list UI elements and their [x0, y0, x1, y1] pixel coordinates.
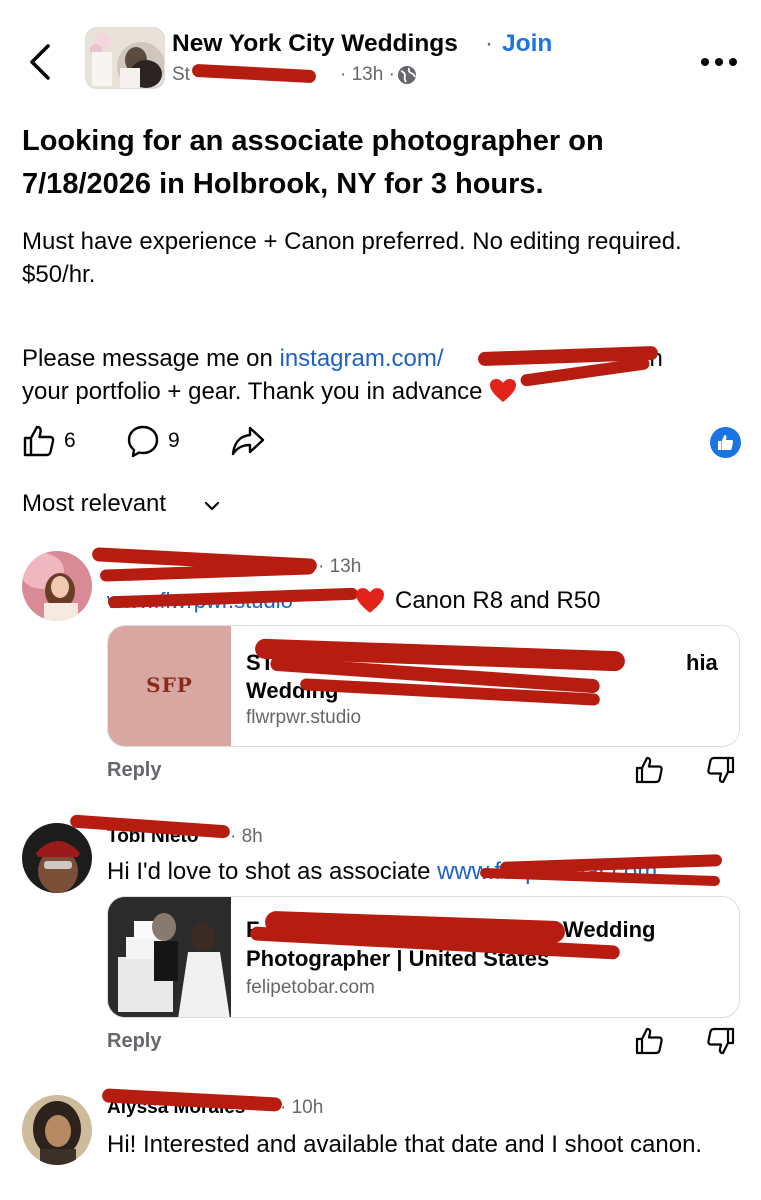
avatar-photo	[22, 551, 92, 621]
reply-button[interactable]: Reply	[107, 759, 161, 782]
heart-emoji-icon	[356, 588, 384, 613]
post-time: · 13h ·	[340, 64, 395, 85]
like-reaction-icon	[718, 435, 734, 450]
contact-text-line2: your portfolio + gear. Thank you in adva…	[22, 378, 483, 405]
comment-count: 9	[168, 429, 180, 452]
reaction-like-badge[interactable]	[710, 427, 741, 458]
post-actions: 6 9	[0, 420, 761, 466]
heart-emoji-icon	[490, 379, 517, 402]
comment-bubble-icon	[127, 425, 159, 458]
like-button[interactable]: 6	[22, 424, 76, 458]
reply-button[interactable]: Reply	[107, 1030, 161, 1053]
group-name[interactable]: New York City Weddings	[172, 30, 458, 58]
commenter-avatar[interactable]	[22, 1095, 92, 1165]
chevron-down-icon[interactable]	[202, 496, 222, 516]
link-preview-thumbnail: SFP	[108, 626, 231, 746]
redaction-mark	[191, 63, 317, 84]
comment-time: · 13h	[318, 556, 362, 577]
instagram-link[interactable]: instagram.com/	[279, 345, 443, 372]
redaction-mark	[99, 562, 316, 582]
commenter-avatar[interactable]	[22, 551, 92, 621]
thumbs-up-icon[interactable]	[634, 755, 664, 785]
link-preview-title-tail: Wedding	[563, 917, 656, 942]
like-count: 6	[64, 429, 76, 452]
wedding-photo	[108, 897, 231, 1017]
comment-sort-dropdown[interactable]: Most relevant	[22, 490, 166, 518]
comment-button[interactable]: 9	[126, 424, 180, 458]
share-arrow-icon	[231, 426, 265, 456]
comment-text-body: Hi I'd love to shot as associate	[107, 858, 438, 885]
share-button[interactable]	[230, 424, 266, 458]
logo-text: SFP	[146, 673, 193, 697]
comment-time: · 8h	[230, 826, 263, 847]
link-preview-domain: flwrpwr.studio	[246, 707, 362, 728]
comment-text-body: Canon R8 and R50	[395, 587, 601, 614]
post-header: New York City Weddings · Join St · 13h ·	[0, 0, 761, 110]
commenter-avatar[interactable]	[22, 823, 92, 893]
thumbs-down-icon[interactable]	[706, 1026, 736, 1056]
post-body: Must have experience + Canon preferred. …	[22, 228, 682, 288]
back-arrow-icon[interactable]	[26, 40, 56, 84]
join-button[interactable]: Join	[502, 30, 552, 58]
globe-icon	[398, 66, 416, 84]
contact-text-prefix: Please message me on	[22, 345, 280, 372]
group-avatar[interactable]	[85, 27, 165, 89]
title-separator: ·	[485, 30, 493, 57]
thumbs-up-icon[interactable]	[634, 1026, 664, 1056]
avatar-photo	[22, 1095, 92, 1165]
comment-time: · 10h	[280, 1097, 324, 1118]
link-preview-domain: felipetobar.com	[246, 977, 375, 998]
group-photo	[86, 28, 164, 88]
link-preview-thumbnail	[108, 897, 231, 1017]
post-author[interactable]: St	[172, 64, 190, 86]
comment-text: Hi! Interested and available that date a…	[107, 1131, 703, 1158]
thumbs-down-icon[interactable]	[706, 755, 736, 785]
avatar-photo	[22, 823, 92, 893]
link-preview-card[interactable]: F Wedding Photographer | United States f…	[107, 896, 740, 1018]
thumbs-up-icon	[23, 425, 55, 457]
more-options-icon[interactable]	[698, 48, 740, 76]
link-preview-title-tail: hia	[686, 650, 718, 675]
post-title: Looking for an associate photographer on…	[22, 125, 604, 200]
